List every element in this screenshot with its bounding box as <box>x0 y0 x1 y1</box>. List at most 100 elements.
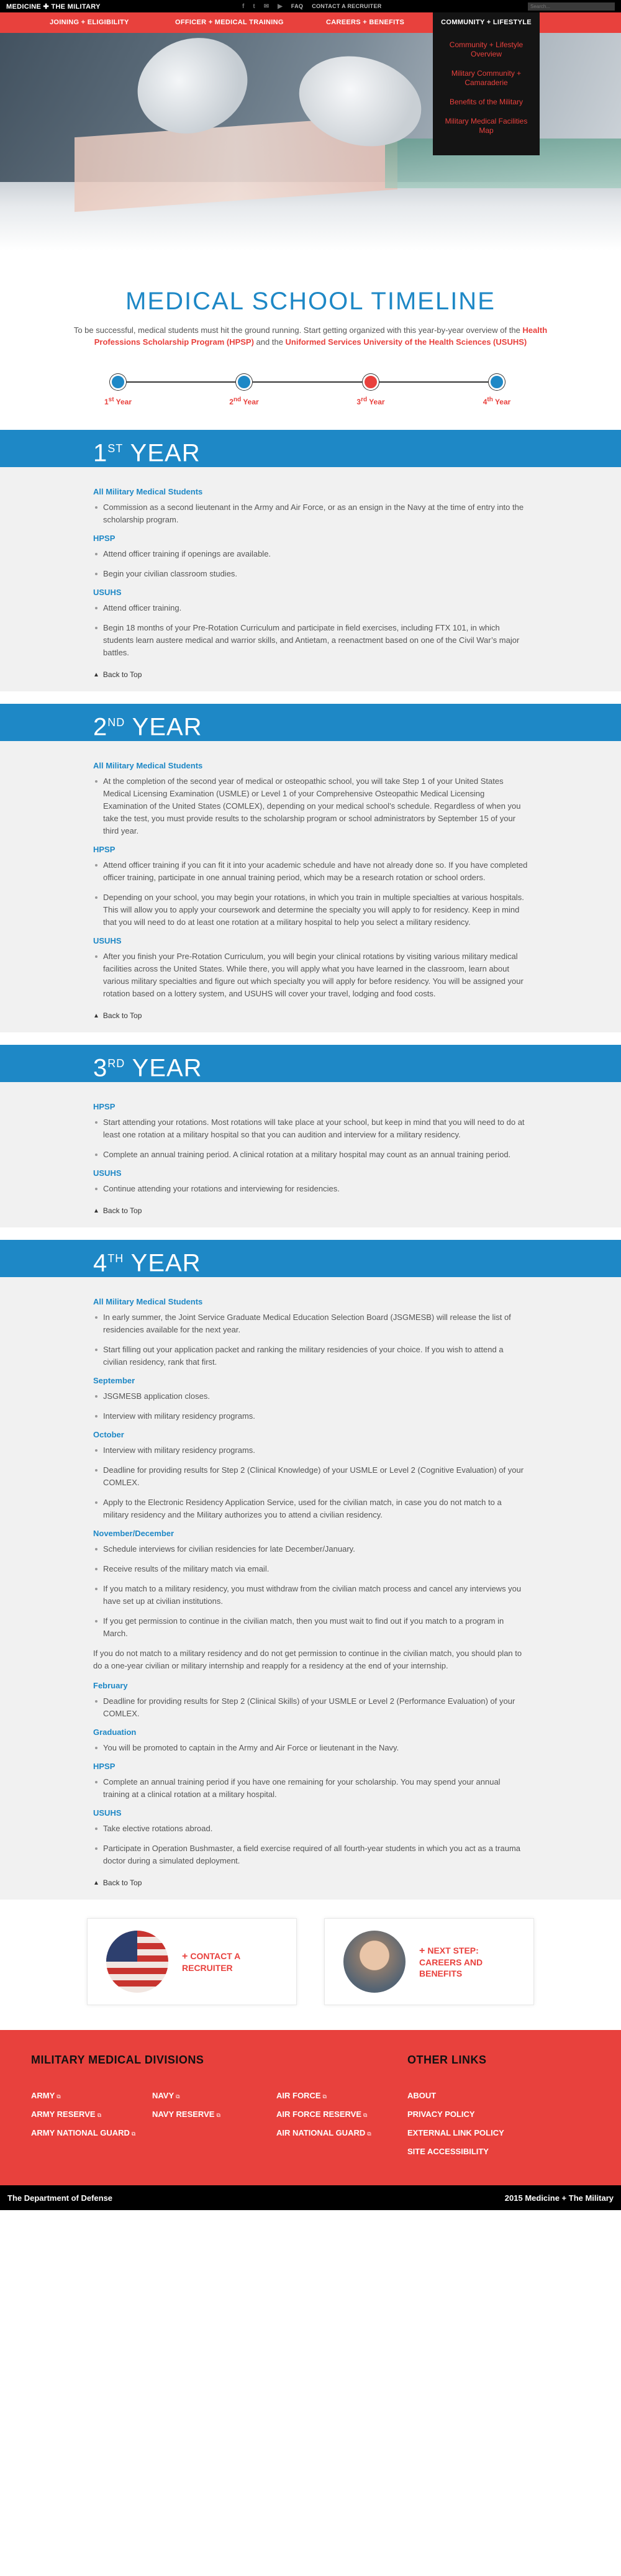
nav-officer-medical-training[interactable]: OFFICER + MEDICAL TRAINING <box>175 12 284 33</box>
back-to-top-link[interactable]: ▲ Back to Top <box>93 670 528 679</box>
list-item: Commission as a second lieutenant in the… <box>93 501 528 526</box>
ordinal-word: Year <box>492 398 511 406</box>
year-word: YEAR <box>125 1054 202 1082</box>
list-item: If you match to a military residency, yo… <box>93 1583 528 1608</box>
next-step-card[interactable]: + NEXT STEP: CAREERS AND BENEFITS <box>324 1918 534 2005</box>
ordinal-suffix: st <box>108 396 114 403</box>
list-item: Take elective rotations abroad. <box>93 1823 528 1835</box>
link-label: NAVY <box>152 2091 175 2100</box>
usuhs-link[interactable]: Uniformed Services University of the Hea… <box>286 337 527 347</box>
cta-text: CONTACT A <box>190 1950 241 1961</box>
caret-up-icon: ▲ <box>93 1012 99 1019</box>
faq-link[interactable]: FAQ <box>291 3 303 9</box>
twitter-icon[interactable]: t <box>253 3 255 10</box>
subheading: USUHS <box>93 1168 122 1178</box>
external-link-icon: ⧉ <box>176 2093 180 2100</box>
footer-link-about[interactable]: ABOUT <box>407 2091 436 2100</box>
cta-text: BENEFITS <box>419 1968 463 1978</box>
external-link-icon: ⧉ <box>57 2093 61 2100</box>
footer-link-site-accessibility[interactable]: SITE ACCESSIBILITY <box>407 2147 489 2156</box>
youtube-icon[interactable]: ▶ <box>278 3 283 10</box>
community-dropdown-menu: Community + Lifestyle Overview Military … <box>433 33 540 155</box>
timeline-node-3[interactable] <box>363 374 379 390</box>
list-item: JSGMESB application closes. <box>93 1390 528 1403</box>
link-label: ARMY NATIONAL GUARD <box>31 2128 130 2137</box>
subheading: November/December <box>93 1529 175 1538</box>
nav-community-lifestyle[interactable]: COMMUNITY + LIFESTYLE <box>433 12 540 33</box>
list-item: Start filling out your application packe… <box>93 1344 528 1368</box>
footer-link-army-reserve[interactable]: ARMY RESERVE ⧉ <box>31 2109 101 2119</box>
link-label: ARMY <box>31 2091 55 2100</box>
dropdown-item-benefits[interactable]: Benefits of the Military <box>439 98 533 107</box>
timeline-node-4[interactable] <box>489 374 505 390</box>
year-3-section: HPSP Start attending your rotations. Mos… <box>0 1082 621 1227</box>
timeline-label-1[interactable]: 1st Year <box>93 396 143 406</box>
list-item: You will be promoted to captain in the A… <box>93 1742 528 1754</box>
subheading: HPSP <box>93 845 116 854</box>
back-to-top-link[interactable]: ▲ Back to Top <box>93 1206 528 1215</box>
list-item: Begin 18 months of your Pre-Rotation Cur… <box>93 622 528 659</box>
ordinal-number: 2 <box>229 398 233 406</box>
contact-recruiter-link[interactable]: CONTACT A RECRUITER <box>312 3 381 9</box>
subheading: USUHS <box>93 1808 122 1818</box>
social-links: f t ✉ ▶ FAQ CONTACT A RECRUITER <box>242 0 382 12</box>
dropdown-item-facilities-map[interactable]: Military Medical Facilities Map <box>439 117 533 135</box>
timeline-node-1[interactable] <box>110 374 126 390</box>
contact-recruiter-label: + CONTACT A RECRUITER <box>182 1950 240 1973</box>
brand-logo[interactable]: MEDICINE ✚ THE MILITARY <box>6 2 101 11</box>
cta-text: RECRUITER <box>182 1962 233 1973</box>
back-to-top-link[interactable]: ▲ Back to Top <box>93 1011 528 1020</box>
timeline-label-4[interactable]: 4th Year <box>472 396 522 406</box>
dropdown-item-camaraderie[interactable]: Military Community + Camaraderie <box>439 69 533 88</box>
list-item: Deadline for providing results for Step … <box>93 1695 528 1720</box>
intro-text: To be successful, medical students must … <box>56 324 565 348</box>
ordinal-word: Year <box>114 398 132 406</box>
list-item: Interview with military residency progra… <box>93 1410 528 1422</box>
nav-joining-eligibility[interactable]: JOINING + ELIGIBILITY <box>50 12 129 33</box>
dod-link[interactable]: The Department of Defense <box>7 2193 112 2203</box>
timeline-label-3[interactable]: 3rd Year <box>346 396 396 406</box>
list-item: Start attending your rotations. Most rot… <box>93 1116 528 1141</box>
year-3-banner: 3RD YEAR <box>0 1045 621 1082</box>
link-label: AIR FORCE RESERVE <box>276 2109 362 2119</box>
year-suffix: ST <box>107 442 124 455</box>
other-links-heading: OTHER LINKS <box>407 2054 487 2066</box>
intro-text-part: and the <box>253 337 286 347</box>
footer-link-external-link-policy[interactable]: EXTERNAL LINK POLICY <box>407 2128 504 2137</box>
search-input[interactable] <box>528 2 615 11</box>
timeline-label-2[interactable]: 2nd Year <box>219 396 269 406</box>
facebook-icon[interactable]: f <box>242 3 244 10</box>
timeline-node-2[interactable] <box>236 374 252 390</box>
footer-link-army-national-guard[interactable]: ARMY NATIONAL GUARD ⧉ <box>31 2128 135 2137</box>
link-label: AIR FORCE <box>276 2091 321 2100</box>
year-number: 3 <box>93 1054 108 1082</box>
divisions-heading: MILITARY MEDICAL DIVISIONS <box>31 2054 204 2066</box>
ordinal-suffix: rd <box>361 396 368 403</box>
caret-up-icon: ▲ <box>93 1207 99 1214</box>
footer-link-navy-reserve[interactable]: NAVY RESERVE ⧉ <box>152 2109 220 2119</box>
footer-link-army[interactable]: ARMY ⧉ <box>31 2091 61 2100</box>
external-link-icon: ⧉ <box>216 2112 220 2118</box>
list-item: Depending on your school, you may begin … <box>93 891 528 929</box>
list-item: Attend officer training. <box>93 602 528 614</box>
nav-careers-benefits[interactable]: CAREERS + BENEFITS <box>326 12 404 33</box>
back-to-top-link[interactable]: ▲ Back to Top <box>93 1878 528 1887</box>
year-word: YEAR <box>125 713 202 741</box>
external-link-icon: ⧉ <box>363 2112 368 2118</box>
footer-link-air-national-guard[interactable]: AIR NATIONAL GUARD ⧉ <box>276 2128 371 2137</box>
footer-link-privacy-policy[interactable]: PRIVACY POLICY <box>407 2109 475 2119</box>
subheading: HPSP <box>93 1762 116 1771</box>
footer-link-navy[interactable]: NAVY ⧉ <box>152 2091 180 2100</box>
footer-link-air-force-reserve[interactable]: AIR FORCE RESERVE ⧉ <box>276 2109 367 2119</box>
dropdown-item-overview[interactable]: Community + Lifestyle Overview <box>439 40 533 59</box>
footer-link-air-force[interactable]: AIR FORCE ⧉ <box>276 2091 327 2100</box>
year-suffix: TH <box>107 1252 124 1265</box>
hero-image: Community + Lifestyle Overview Military … <box>0 33 621 250</box>
contact-recruiter-card[interactable]: + CONTACT A RECRUITER <box>87 1918 297 2005</box>
list-item: Participate in Operation Bushmaster, a f… <box>93 1842 528 1867</box>
email-icon[interactable]: ✉ <box>264 3 269 10</box>
list-item: Attend officer training if you can fit i… <box>93 859 528 884</box>
year-2-banner: 2ND YEAR <box>0 704 621 741</box>
link-label: NAVY RESERVE <box>152 2109 215 2119</box>
plus-icon: + <box>182 1950 188 1962</box>
